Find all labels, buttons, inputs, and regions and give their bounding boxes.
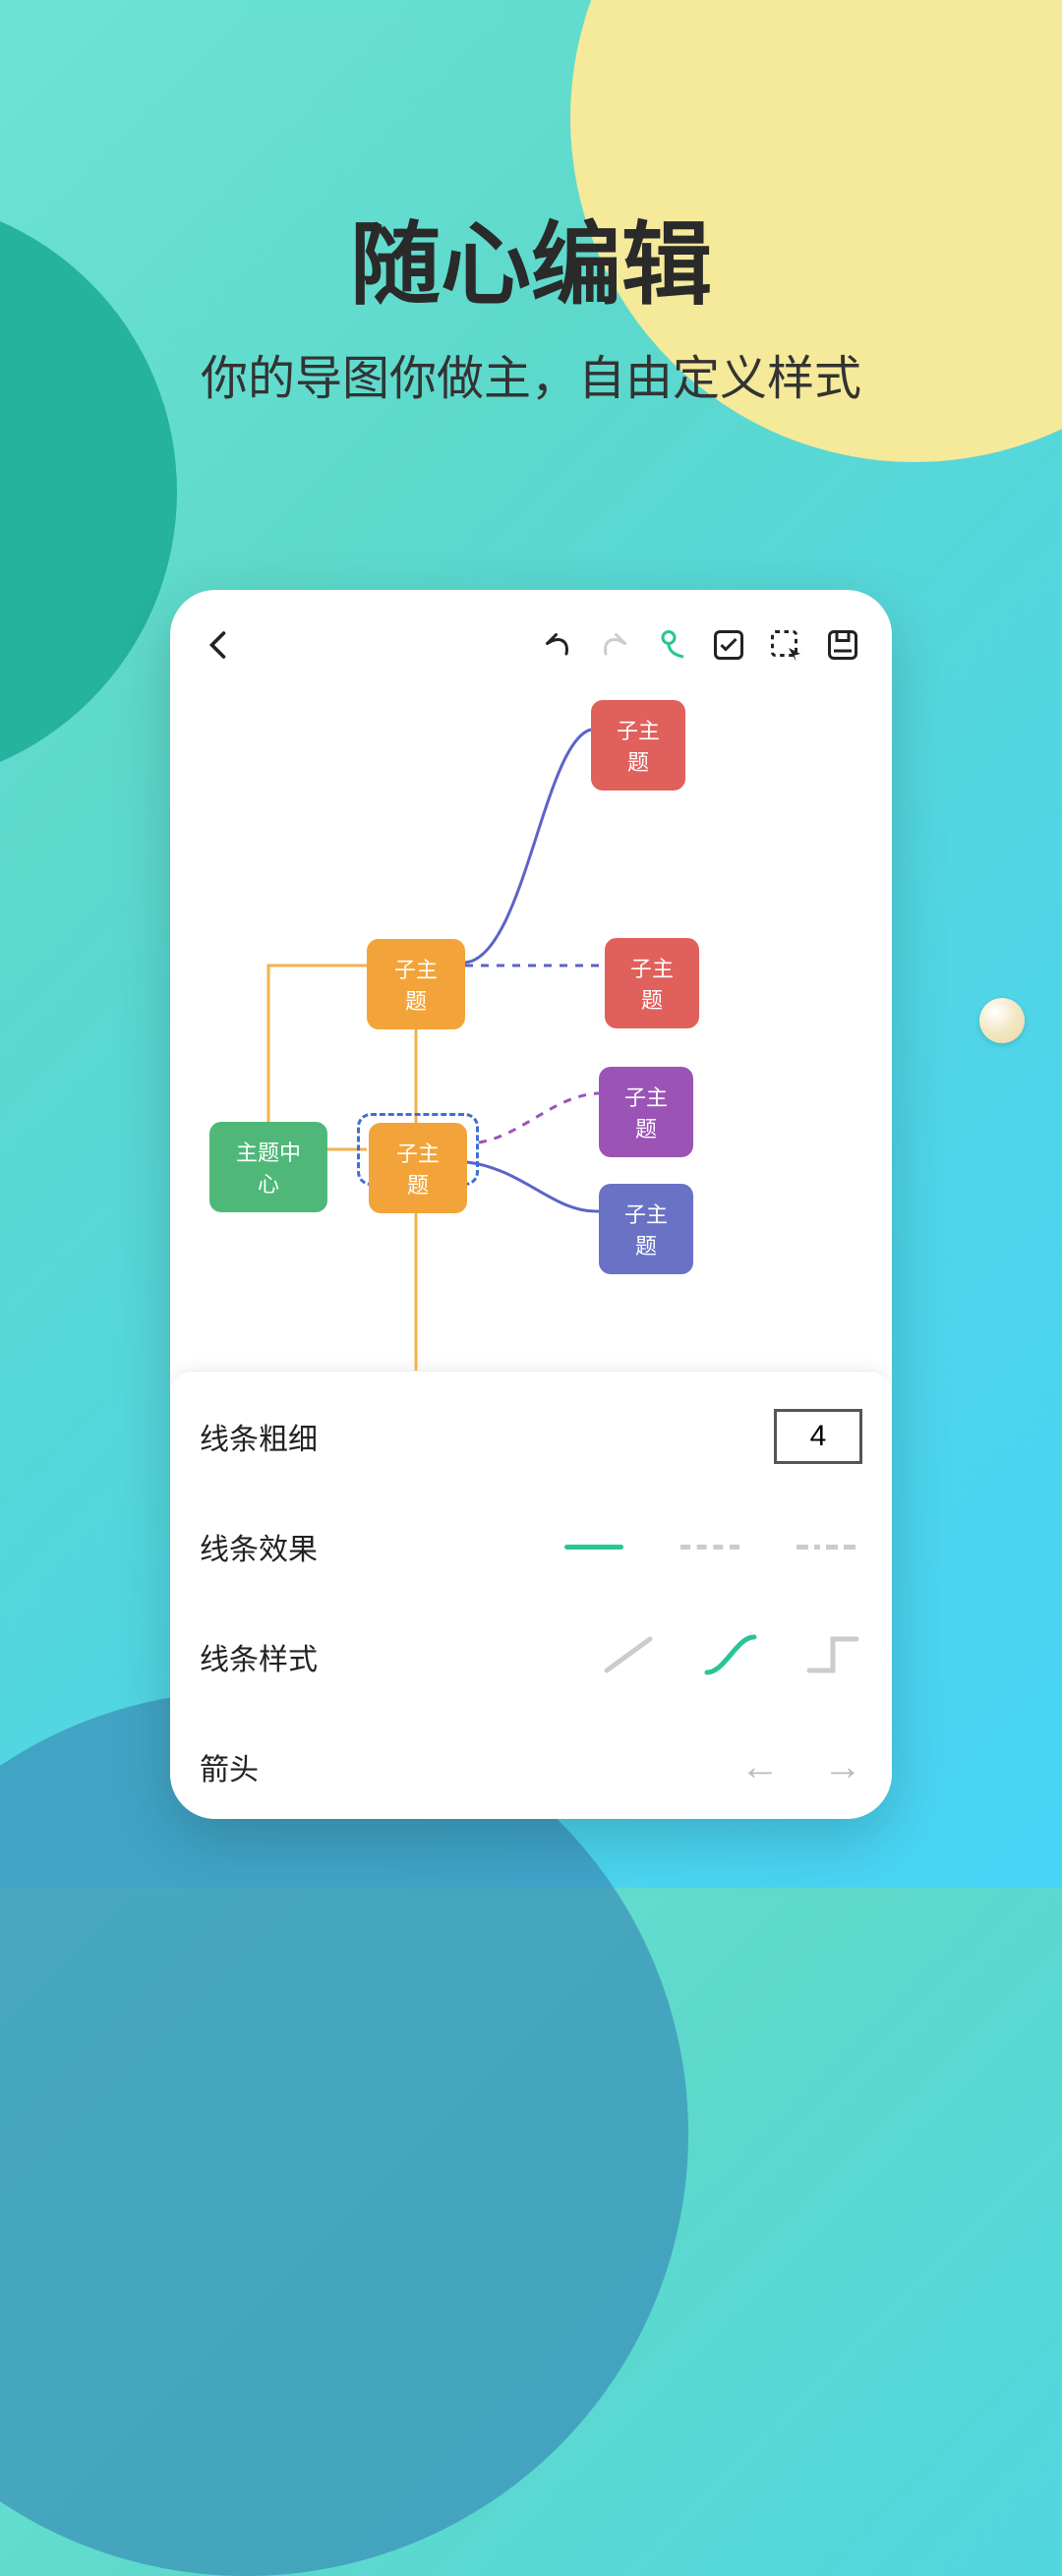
redo-icon: [597, 627, 632, 663]
node-center[interactable]: 主题中心: [209, 1122, 327, 1212]
node-leaf-red-1[interactable]: 子主题: [591, 700, 685, 790]
line-curve-icon: [701, 1631, 760, 1678]
toolbar: [170, 590, 892, 682]
mindmap-canvas[interactable]: 主题中心 子主题 子主题 子主题 子主题 子主题 子主题: [170, 682, 892, 1371]
arrow-left[interactable]: ←: [740, 1745, 780, 1789]
save-button[interactable]: [821, 623, 864, 667]
phone-mock: 主题中心 子主题 子主题 子主题 子主题 子主题 子主题 线条粗细 4 线条效果…: [170, 590, 892, 1819]
connector-lines: [170, 682, 892, 1371]
node-sub-1[interactable]: 子主题: [367, 939, 465, 1029]
arrow-label: 箭头: [200, 1745, 347, 1788]
chevron-left-icon: [202, 627, 237, 663]
draw-button[interactable]: [650, 623, 693, 667]
arrow-right[interactable]: →: [823, 1745, 862, 1789]
line-dashdot-icon: [796, 1545, 856, 1550]
row-thickness: 线条粗细 4: [200, 1381, 862, 1492]
row-effect: 线条效果: [200, 1492, 862, 1602]
effect-label: 线条效果: [200, 1525, 347, 1568]
style-panel: 线条粗细 4 线条效果 线条样式 箭头 ← →: [170, 1371, 892, 1819]
marquee-select-icon: [768, 627, 803, 663]
line-solid-icon: [564, 1545, 623, 1550]
undo-button[interactable]: [536, 623, 579, 667]
thickness-label: 线条粗细: [200, 1415, 347, 1458]
draw-icon: [654, 627, 689, 663]
row-arrow: 箭头 ← →: [200, 1712, 862, 1819]
line-dashed-icon: [680, 1545, 739, 1550]
shape-straight[interactable]: [599, 1631, 658, 1683]
style-label: 线条样式: [200, 1635, 347, 1678]
redo-button[interactable]: [593, 623, 636, 667]
arrow-left-icon: ←: [740, 1745, 780, 1788]
node-leaf-red-2[interactable]: 子主题: [605, 938, 699, 1028]
node-sub-2[interactable]: 子主题: [369, 1123, 467, 1213]
save-icon: [825, 627, 860, 663]
bg-circle-blue: [0, 1691, 688, 2576]
bg-dot: [979, 998, 1025, 1043]
confirm-button[interactable]: [707, 623, 750, 667]
hero-title: 随心编辑: [0, 192, 1062, 322]
shape-curve[interactable]: [701, 1631, 760, 1683]
node-leaf-purple[interactable]: 子主题: [599, 1067, 693, 1157]
line-step-icon: [803, 1631, 862, 1678]
back-button[interactable]: [198, 623, 241, 667]
thickness-input[interactable]: 4: [774, 1409, 862, 1464]
effect-solid[interactable]: [558, 1529, 630, 1564]
row-style: 线条样式: [200, 1602, 862, 1712]
arrow-right-icon: →: [823, 1745, 862, 1788]
effect-dashdot[interactable]: [790, 1529, 862, 1564]
shape-step[interactable]: [803, 1631, 862, 1683]
effect-dashed[interactable]: [674, 1529, 746, 1564]
hero-subtitle: 你的导图你做主，自由定义样式: [0, 339, 1062, 408]
check-square-icon: [711, 627, 746, 663]
select-button[interactable]: [764, 623, 807, 667]
line-straight-icon: [599, 1631, 658, 1678]
node-leaf-blue[interactable]: 子主题: [599, 1184, 693, 1274]
undo-icon: [540, 627, 575, 663]
